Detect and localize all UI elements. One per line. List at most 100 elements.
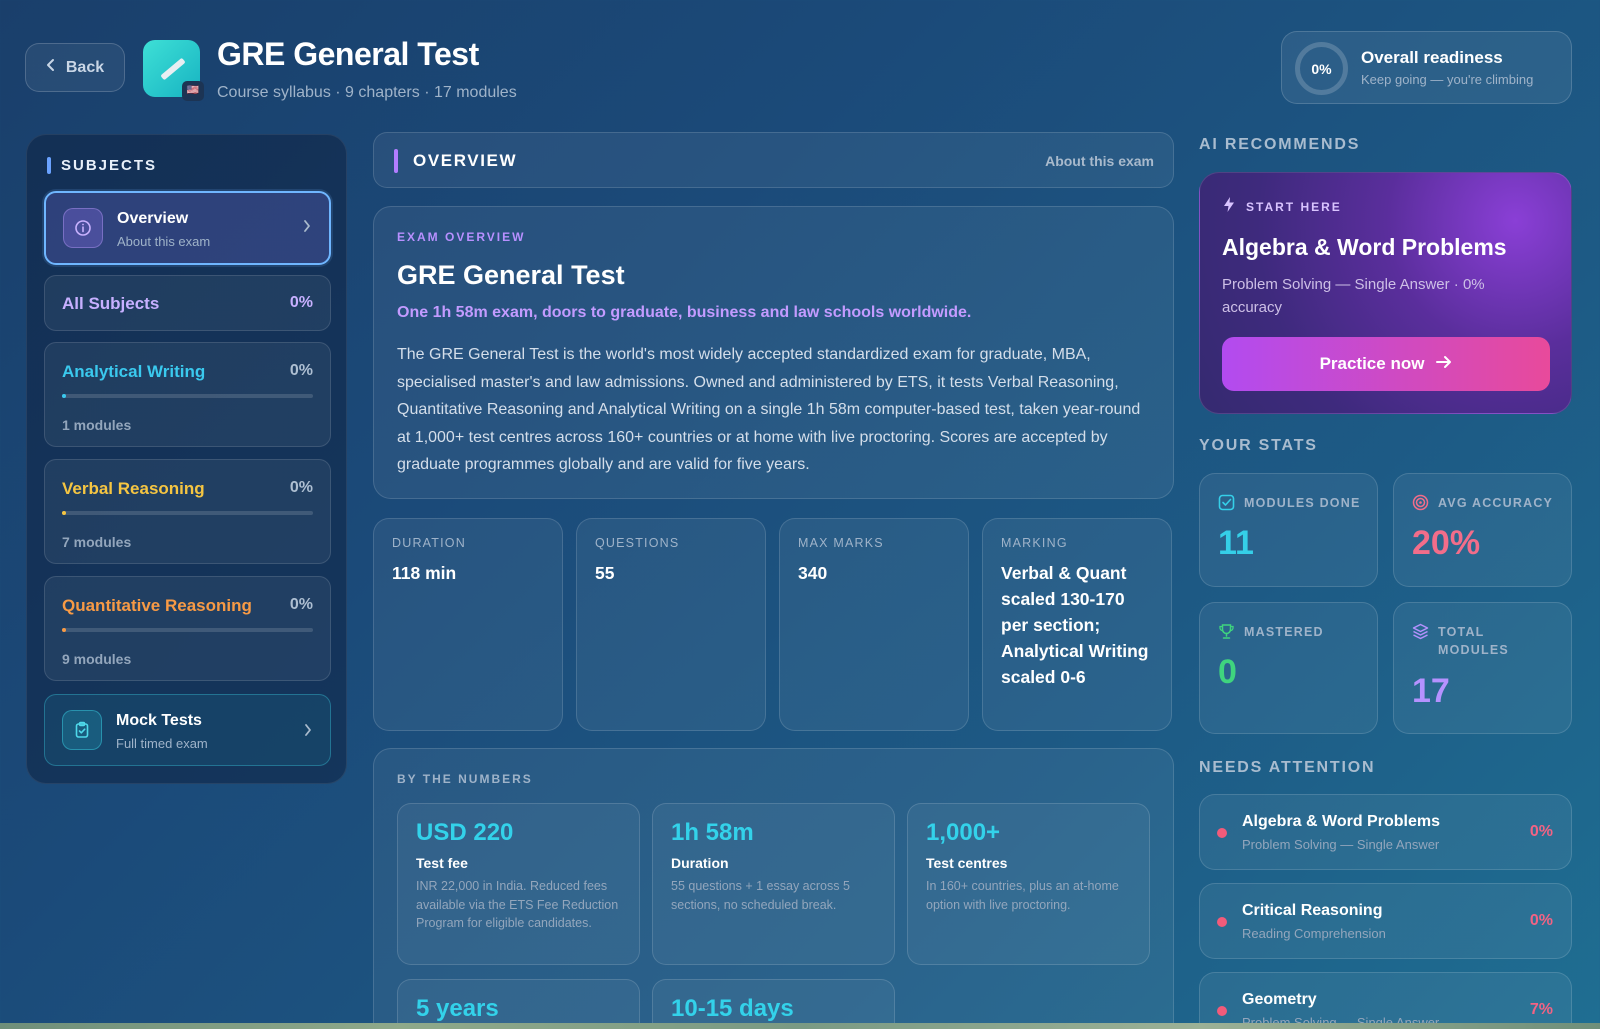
subject-name: Analytical Writing: [62, 362, 206, 381]
kpi-mastered: MASTERED 0: [1199, 602, 1378, 734]
attention-title: Geometry: [1242, 991, 1317, 1008]
page-subtitle: Course syllabus · 9 chapters · 17 module…: [217, 84, 517, 101]
chevron-left-icon: [46, 58, 56, 77]
background-ground: [0, 1023, 1600, 1029]
readiness-subtitle: Keep going — you're climbing: [1361, 72, 1534, 87]
attention-item[interactable]: Algebra & Word Problems Problem Solving …: [1199, 794, 1572, 870]
number-description: INR 22,000 in India. Reduced fees availa…: [416, 879, 619, 930]
attention-pct: 7%: [1529, 1001, 1553, 1018]
number-value: 1h 58m: [671, 819, 754, 846]
stat-max-marks: MAX MARKS 340: [779, 518, 969, 731]
subject-modules: 1 modules: [62, 417, 132, 433]
stat-marking: MARKING Verbal & Quant scaled 130-170 pe…: [982, 518, 1172, 731]
sidebar-item-analytical-writing[interactable]: Analytical Writing 0% 1 modules: [44, 342, 331, 447]
attention-title: Critical Reasoning: [1242, 902, 1383, 919]
clipboard-icon: [62, 710, 102, 750]
attention-pct: 0%: [1529, 912, 1553, 929]
stat-label: QUESTIONS: [595, 536, 680, 550]
mock-tests-title: Mock Tests: [116, 712, 202, 729]
start-here-label: START HERE: [1246, 200, 1342, 214]
overview-meta: About this exam: [1045, 153, 1154, 169]
kpi-label: AVG ACCURACY: [1438, 496, 1554, 510]
pencil-icon: [160, 57, 186, 81]
trophy-icon: [1218, 623, 1235, 645]
page-title: GRE General Test: [217, 36, 479, 72]
us-flag-icon: 🇺🇸: [182, 81, 204, 101]
back-button[interactable]: Back: [25, 43, 125, 92]
readiness-value: 0%: [1311, 60, 1332, 77]
sidebar-heading-label: SUBJECTS: [61, 157, 158, 174]
practice-now-button[interactable]: Practice now: [1222, 337, 1550, 391]
attention-item[interactable]: Critical Reasoning Reading Comprehension…: [1199, 883, 1572, 959]
kpi-label: MASTERED: [1244, 625, 1324, 639]
attention-subtitle: Problem Solving — Single Answer: [1242, 837, 1440, 852]
kpi-head: MODULES DONE: [1218, 494, 1361, 516]
subject-progress-bar: [62, 628, 313, 632]
ai-recommends-heading: AI RECOMMENDS: [1199, 136, 1361, 153]
number-label: Duration: [671, 855, 729, 871]
kpi-value: 0: [1218, 653, 1237, 691]
attention-item[interactable]: Geometry Problem Solving — Single Answer…: [1199, 972, 1572, 1029]
practice-now-label: Practice now: [1319, 354, 1425, 373]
subject-name: Quantitative Reasoning: [62, 596, 252, 615]
chevron-right-icon: [303, 219, 311, 238]
stat-value: 118 min: [392, 563, 457, 583]
number-label: Test fee: [416, 855, 468, 871]
number-value: 10-15 days: [671, 995, 794, 1022]
exam-description: The GRE General Test is the world's most…: [397, 346, 1141, 473]
stat-value: 340: [798, 563, 828, 583]
kpi-value: 17: [1412, 672, 1450, 710]
back-label: Back: [65, 58, 105, 76]
arrow-right-icon: [1436, 354, 1452, 374]
kpi-value: 20%: [1412, 524, 1481, 562]
stat-value: 55: [595, 563, 615, 583]
overall-readiness-card: 0% Overall readiness Keep going — you're…: [1281, 31, 1572, 104]
sidebar-item-verbal-reasoning[interactable]: Verbal Reasoning 0% 7 modules: [44, 459, 331, 564]
recommendation-card: START HERE Algebra & Word Problems Probl…: [1199, 172, 1572, 414]
progress-fill: [62, 628, 66, 632]
all-subjects-pct: 0%: [289, 294, 313, 311]
sidebar-item-quantitative-reasoning[interactable]: Quantitative Reasoning 0% 9 modules: [44, 576, 331, 681]
needs-attention-heading: NEEDS ATTENTION: [1199, 759, 1376, 776]
attention-title: Algebra & Word Problems: [1242, 813, 1440, 830]
stat-value: Verbal & Quant scaled 130-170 per sectio…: [1001, 563, 1149, 687]
subject-pct: 0%: [289, 596, 313, 613]
subject-pct: 0%: [289, 479, 313, 496]
recommendation-title: Algebra & Word Problems: [1222, 234, 1507, 260]
chevron-right-icon: [304, 723, 312, 742]
overview-subtitle: About this exam: [117, 234, 211, 249]
attention-subtitle: Reading Comprehension: [1242, 926, 1386, 941]
sidebar-item-mock-tests[interactable]: Mock Tests Full timed exam: [44, 694, 331, 766]
exam-tagline: One 1h 58m exam, doors to graduate, busi…: [397, 304, 972, 321]
sidebar-item-all-subjects[interactable]: All Subjects 0%: [44, 275, 331, 331]
all-subjects-label: All Subjects: [62, 294, 160, 313]
sidebar-item-overview[interactable]: Overview About this exam: [44, 191, 331, 265]
stat-duration: DURATION 118 min: [373, 518, 563, 731]
subject-name: Verbal Reasoning: [62, 479, 205, 498]
subject-modules: 7 modules: [62, 534, 132, 550]
kpi-label: MODULES DONE: [1244, 496, 1361, 510]
number-card-validity: 5 years: [397, 979, 640, 1029]
number-card-test-centres: 1,000+ Test centres In 160+ countries, p…: [907, 803, 1150, 965]
subject-progress-bar: [62, 511, 313, 515]
accent-bar: [47, 157, 51, 174]
number-label: Test centres: [926, 855, 1008, 871]
number-card-results: 10-15 days: [652, 979, 895, 1029]
kpi-modules-done: MODULES DONE 11: [1199, 473, 1378, 587]
overview-section-header: OVERVIEW About this exam: [373, 132, 1174, 188]
subject-modules: 9 modules: [62, 651, 132, 667]
readiness-title: Overall readiness: [1361, 48, 1503, 67]
exam-eyebrow: EXAM OVERVIEW: [397, 230, 526, 244]
number-description: In 160+ countries, plus an at-home optio…: [926, 879, 1119, 912]
stat-label: DURATION: [392, 536, 466, 550]
your-stats-heading: YOUR STATS: [1199, 437, 1318, 454]
stat-label: MAX MARKS: [798, 536, 884, 550]
kpi-head: MASTERED: [1218, 623, 1324, 645]
status-dot: [1217, 1006, 1227, 1016]
progress-fill: [62, 511, 66, 515]
status-dot: [1217, 917, 1227, 927]
kpi-head: TOTAL MODULES: [1412, 623, 1548, 659]
subject-pct: 0%: [289, 362, 313, 379]
subject-progress-bar: [62, 394, 313, 398]
number-value: 5 years: [416, 995, 499, 1022]
